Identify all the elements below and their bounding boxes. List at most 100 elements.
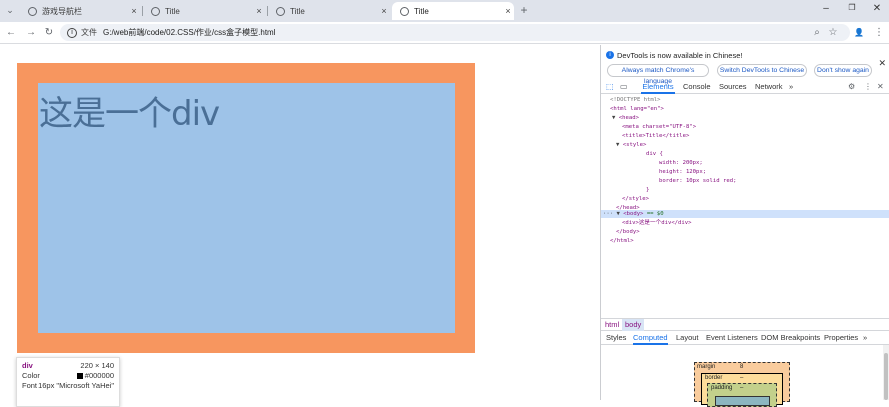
breadcrumb: html body [601,318,889,331]
tab-title-1[interactable]: Title × [143,2,265,20]
tab-close-icon[interactable]: × [253,6,265,16]
more-tabs-icon[interactable]: » [789,80,793,94]
device-toolbar-icon[interactable]: ▭ [620,82,628,91]
url-text[interactable]: G:/web前端/code/02.CSS/作业/css盒子模型.html [103,27,276,38]
crumb-html[interactable]: html [605,319,619,331]
crumb-body[interactable]: body [622,319,645,331]
tab-search-icon[interactable]: ⌄ [3,3,17,17]
dom-div[interactable]: <div>这是一个div</div> [622,219,692,227]
zoom-icon[interactable]: ⌕ [810,26,824,40]
tab-layout[interactable]: Layout [676,331,699,345]
bookmark-star-icon[interactable]: ☆ [826,26,840,40]
globe-icon [276,6,285,16]
dom-style-close[interactable]: </style> [622,195,649,203]
back-button[interactable]: ← [4,26,18,40]
dom-tree: <!DOCTYPE html> <html lang="en"> ▼ <head… [601,96,889,316]
language-banner: i DevTools is now available in Chinese! … [601,45,889,85]
div-content-highlight: 这是一个div [38,83,455,333]
tab-properties[interactable]: Properties [824,331,858,345]
devtools-menu-icon[interactable]: ⋮ [864,82,872,91]
tab-event-listeners[interactable]: Event Listeners [706,331,758,345]
css-border: border: 10px solid red; [659,178,737,184]
tab-strip: ⌄ 游戏导航栏 × Title × Title × Title × + – ❐ … [0,0,889,22]
dom-head-open[interactable]: ▼ <head> [612,114,639,122]
more-subtabs-icon[interactable]: » [863,331,867,345]
dom-style-open[interactable]: ▼ <style> [616,141,646,149]
banner-close-icon[interactable]: ✕ [878,58,886,69]
tab-label: 游戏导航栏 [42,6,82,16]
bm-content-box [715,396,770,406]
tab-network[interactable]: Network [755,80,783,94]
devtools-panel: i DevTools is now available in Chinese! … [600,45,889,407]
reload-button[interactable]: ↻ [42,26,56,40]
tab-console[interactable]: Console [683,80,711,94]
dom-body-close[interactable]: </body> [616,228,640,236]
new-tab-button[interactable]: + [517,3,531,17]
tooltip-color-value: #000000 [84,371,114,380]
tab-styles[interactable]: Styles [606,331,626,345]
scrollbar-thumb[interactable] [884,353,888,400]
tooltip-font-value: 16px "Microsoft YaHei" [38,381,114,390]
switch-chinese-button[interactable]: Switch DevTools to Chinese [717,64,807,77]
dom-body-open[interactable]: ··· ▼ <body> == $0 [603,210,664,218]
bm-border-value[interactable]: – [740,375,743,381]
tooltip-size: 220 × 140 [80,361,114,370]
tab-close-icon[interactable]: × [378,6,390,16]
tooltip-tag: div [22,361,33,370]
tab-computed[interactable]: Computed [633,331,668,345]
browser-menu-icon[interactable]: ⋮ [872,26,886,40]
minimize-button[interactable]: – [814,3,838,17]
tab-close-icon[interactable]: × [502,6,514,16]
tooltip-font-label: Font [22,381,38,390]
banner-text: DevTools is now available in Chinese! [617,51,743,60]
maximize-button[interactable]: ❐ [840,3,864,17]
tooltip-color-label: Color [22,371,40,380]
tab-elements[interactable]: Elements [641,80,675,94]
address-bar[interactable]: i 文件 G:/web前端/code/02.CSS/作业/css盒子模型.htm… [60,24,850,41]
dont-show-button[interactable]: Don't show again [814,64,872,77]
dom-title[interactable]: <title>Title</title> [622,132,689,140]
tab-game-nav[interactable]: 游戏导航栏 × [20,2,140,20]
globe-icon [400,6,409,16]
forward-button[interactable]: → [24,26,38,40]
color-swatch [76,373,83,380]
css-height: height: 120px; [659,169,707,175]
tab-sources[interactable]: Sources [719,80,747,94]
browser-toolbar: ← → ↻ i 文件 G:/web前端/code/02.CSS/作业/css盒子… [0,22,889,44]
bm-padding-label: padding [711,385,733,391]
devtools-tabbar: ⬚ ▭ Elements Console Sources Network » ⚙… [601,80,889,94]
css-width: width: 200px; [659,160,703,166]
globe-icon [151,6,160,16]
tab-title-active[interactable]: Title × [392,2,514,20]
bm-padding-value[interactable]: – [740,385,743,391]
globe-icon [28,6,37,16]
bm-border-box: border – padding – [701,373,783,407]
file-chip: 文件 [81,28,97,37]
css-selector: div { [646,151,663,157]
bm-padding-box: padding – [707,383,777,407]
css-close: } [646,187,650,193]
inspect-element-icon[interactable]: ⬚ [606,82,614,91]
dom-doctype[interactable]: <!DOCTYPE html> [610,96,661,104]
window-close-button[interactable]: ✕ [865,3,889,17]
dom-html-open[interactable]: <html lang="en"> [610,105,664,113]
tab-label: Title [414,6,429,16]
div-text: 这是一个div [39,94,220,134]
info-icon: i [606,51,614,59]
page-viewport: 这是一个div div 220 × 140 Color #000000 Font… [0,45,600,407]
devtools-close-icon[interactable]: ✕ [877,82,884,91]
profile-icon[interactable]: 👤 [852,26,866,40]
tab-close-icon[interactable]: × [128,6,140,16]
info-icon[interactable]: i [67,27,77,38]
tab-dom-breakpoints[interactable]: DOM Breakpoints [761,331,820,345]
bm-margin-label: margin [697,364,716,370]
box-model-diagram: margin 8 border – padding – [694,362,790,407]
settings-gear-icon[interactable]: ⚙ [848,82,855,91]
dom-meta[interactable]: <meta charset="UTF-8"> [622,123,696,131]
bm-margin-value[interactable]: 8 [740,364,743,370]
div-border-highlight: 这是一个div [17,63,475,353]
match-language-button[interactable]: Always match Chrome's language [607,64,709,85]
dom-html-close[interactable]: </html> [610,237,634,245]
tab-title-2[interactable]: Title × [268,2,390,20]
tab-label: Title [165,6,180,16]
